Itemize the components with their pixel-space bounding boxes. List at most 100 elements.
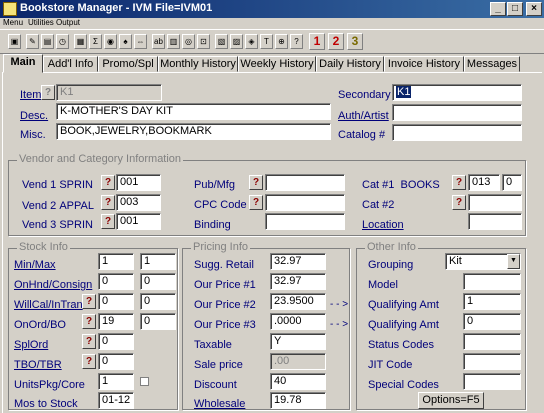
mos-field[interactable]: 01-12 <box>98 392 134 409</box>
menu-bar: Menu Utilities Output <box>0 18 544 29</box>
pubmfg-field[interactable] <box>265 174 345 191</box>
arrows-icon[interactable]: ⇔ <box>134 34 147 49</box>
tab-messages[interactable]: Messages <box>464 56 520 72</box>
model-field[interactable] <box>463 273 521 290</box>
onord-lookup-button[interactable]: ? <box>82 314 96 329</box>
min-field[interactable]: 1 <box>98 253 134 270</box>
grid-icon[interactable]: ▦ <box>74 34 87 49</box>
onhand-field[interactable]: 0 <box>98 273 134 290</box>
tab-weekly-history[interactable]: Weekly History <box>238 56 316 72</box>
tab-main[interactable]: Main <box>3 54 43 73</box>
cat2-field[interactable] <box>468 194 522 211</box>
options-button[interactable]: Options=F5 <box>418 392 484 409</box>
intran-field[interactable]: 0 <box>140 293 176 310</box>
jit-field[interactable] <box>463 353 521 370</box>
vend2-field[interactable]: 003 <box>116 194 161 211</box>
desc-field[interactable]: K-MOTHER'S DAY KIT <box>56 103 331 120</box>
tag-icon[interactable]: ◈ <box>245 34 258 49</box>
price3-field[interactable]: .0000 <box>270 313 326 330</box>
vend2-lookup-button[interactable]: ? <box>101 195 115 210</box>
menu-item-menu[interactable]: Menu <box>3 18 23 27</box>
menu-item-output[interactable]: Output <box>56 18 80 27</box>
menu-item-utilities[interactable]: Utilities <box>28 18 54 27</box>
qual2-field[interactable]: 0 <box>463 313 521 330</box>
price1-field[interactable]: 32.97 <box>270 273 326 290</box>
vend3-field[interactable]: 001 <box>116 213 161 230</box>
print-icon[interactable]: ✎ <box>26 34 39 49</box>
tab-monthly-history[interactable]: Monthly History <box>158 56 238 72</box>
clock-icon[interactable]: ◷ <box>56 34 69 49</box>
tbo-lookup-button[interactable]: ? <box>82 354 96 369</box>
taxable-label: Taxable <box>194 339 232 351</box>
qual1-field[interactable]: 1 <box>463 293 521 310</box>
splord-field[interactable]: 0 <box>98 333 134 350</box>
binding-field[interactable] <box>265 213 345 230</box>
toolbar: ▣ ✎ ▤ ◷ ▦ Σ ◉ ♠ ⇔ ab ▥ ◎ ⊡ ▧ ▨ ◈ T ⊕? 1 2 3 <box>0 29 544 54</box>
help-icon[interactable]: ? <box>290 34 303 49</box>
cpc-field[interactable] <box>265 194 345 211</box>
tab-addl-info[interactable]: Add'l Info <box>43 56 98 72</box>
core-checkbox[interactable] <box>140 377 149 386</box>
price2-field[interactable]: 23.9500 <box>270 293 326 310</box>
splord-lookup-button[interactable]: ? <box>82 334 96 349</box>
status-field[interactable] <box>463 333 521 350</box>
vend1-lookup-button[interactable]: ? <box>101 175 115 190</box>
tbo-field[interactable]: 0 <box>98 353 134 370</box>
chevron-down-icon[interactable]: ▼ <box>507 254 520 269</box>
chart-icon[interactable]: ▧ <box>215 34 228 49</box>
tab-invoice-history[interactable]: Invoice History <box>384 56 464 72</box>
author-field[interactable] <box>392 104 522 121</box>
tab-shortcut-1-button[interactable]: 1 <box>309 33 325 50</box>
cat1-sub-field[interactable]: 0 <box>502 174 522 191</box>
minimize-button[interactable]: _ <box>490 2 506 16</box>
misc-field[interactable]: BOOK,JEWELRY,BOOKMARK <box>56 123 331 140</box>
cat1-lookup-button[interactable]: ? <box>452 175 466 190</box>
special-field[interactable] <box>463 373 521 390</box>
willcall-field[interactable]: 0 <box>98 293 134 310</box>
location-field[interactable] <box>468 213 522 230</box>
vend1-field[interactable]: 001 <box>116 174 161 191</box>
save-icon[interactable]: ▣ <box>8 34 21 49</box>
secondary-field[interactable]: K1 <box>392 84 522 101</box>
wholesale-label: Wholesale <box>194 398 246 410</box>
onord-field[interactable]: 19 <box>98 313 134 330</box>
location-label: Location <box>362 219 404 231</box>
cpc-lookup-button[interactable]: ? <box>249 195 263 210</box>
table-icon[interactable]: ▥ <box>167 34 180 49</box>
discount-field[interactable]: 40 <box>270 373 326 390</box>
circle-icon[interactable]: ⊕ <box>275 34 288 49</box>
units-field[interactable]: 1 <box>98 373 134 390</box>
maximize-button[interactable]: □ <box>507 2 523 16</box>
secondary-label: Secondary <box>338 89 391 101</box>
vend3-lookup-button[interactable]: ? <box>101 214 115 229</box>
max-field[interactable]: 1 <box>140 253 176 270</box>
image-icon[interactable]: ▨ <box>230 34 243 49</box>
wholesale-field[interactable]: 19.78 <box>270 392 326 409</box>
camera-icon[interactable]: ◉ <box>104 34 117 49</box>
lock-icon[interactable]: ⊡ <box>197 34 210 49</box>
sale-field[interactable]: .00 <box>270 353 326 370</box>
tab-shortcut-3-button[interactable]: 3 <box>347 33 363 50</box>
pubmfg-lookup-button[interactable]: ? <box>249 175 263 190</box>
abc-icon[interactable]: ab <box>152 34 165 49</box>
tab-daily-history[interactable]: Daily History <box>316 56 384 72</box>
text-icon[interactable]: T <box>260 34 273 49</box>
catalog-field[interactable] <box>392 124 522 141</box>
binoculars-icon[interactable]: ♠ <box>119 34 132 49</box>
tab-shortcut-2-button[interactable]: 2 <box>328 33 344 50</box>
cat2-lookup-button[interactable]: ? <box>452 195 466 210</box>
bo-field[interactable]: 0 <box>140 313 176 330</box>
taxable-field[interactable]: Y <box>270 333 326 350</box>
item-lookup-button[interactable]: ? <box>41 85 55 100</box>
willcall-lookup-button[interactable]: ? <box>82 294 96 309</box>
item-field[interactable]: K1 <box>56 84 162 101</box>
tab-promo-spl[interactable]: Promo/Spl <box>98 56 158 72</box>
sum-icon[interactable]: Σ <box>89 34 102 49</box>
consign-field[interactable]: 0 <box>140 273 176 290</box>
target-icon[interactable]: ◎ <box>182 34 195 49</box>
sugg-field[interactable]: 32.97 <box>270 253 326 270</box>
folder-icon[interactable]: ▤ <box>41 34 54 49</box>
close-button[interactable]: × <box>526 2 542 16</box>
grouping-select[interactable]: Kit ▼ <box>445 253 521 270</box>
cat1-field[interactable]: 013 <box>468 174 500 191</box>
